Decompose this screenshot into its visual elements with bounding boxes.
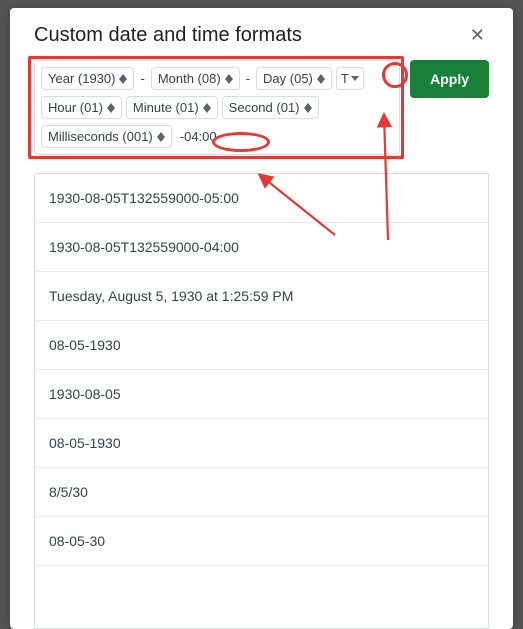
format-option[interactable]: 1930-08-05T132559000-05:00 [35, 174, 488, 223]
token-separator: - [244, 71, 252, 86]
chevron-updown-icon [317, 74, 325, 84]
custom-date-format-dialog: Custom date and time formats ✕ Year (193… [10, 8, 513, 629]
token-ms-label: Milliseconds (001) [48, 130, 153, 143]
chevron-down-icon [351, 76, 359, 81]
format-option[interactable]: 08-05-30 [35, 517, 488, 566]
apply-button[interactable]: Apply [410, 60, 489, 98]
token-timezone-text[interactable]: -04:00 [176, 129, 221, 144]
format-option[interactable]: 1930-08-05 [35, 370, 488, 419]
token-second[interactable]: Second (01) [222, 96, 319, 119]
format-option[interactable]: 08-05-1930 [35, 321, 488, 370]
format-token-field[interactable]: Year (1930) - Month (08) - Day [34, 60, 400, 155]
close-icon[interactable]: ✕ [466, 22, 489, 48]
token-month-label: Month (08) [158, 72, 221, 85]
token-minute[interactable]: Minute (01) [126, 96, 218, 119]
dialog-title: Custom date and time formats [34, 24, 302, 47]
token-day-label: Day (05) [263, 72, 313, 85]
token-year-label: Year (1930) [48, 72, 115, 85]
chevron-updown-icon [157, 132, 165, 142]
token-milliseconds[interactable]: Milliseconds (001) [41, 125, 172, 148]
token-month[interactable]: Month (08) [151, 67, 240, 90]
token-t-literal[interactable]: T [336, 67, 364, 90]
token-second-label: Second (01) [229, 101, 300, 114]
token-hour-label: Hour (01) [48, 101, 103, 114]
format-option[interactable]: Tuesday, August 5, 1930 at 1:25:59 PM [35, 272, 488, 321]
token-separator: - [138, 71, 146, 86]
chevron-updown-icon [304, 103, 312, 113]
token-t-label: T [341, 72, 349, 85]
chevron-updown-icon [225, 74, 233, 84]
chevron-updown-icon [107, 103, 115, 113]
chevron-updown-icon [119, 74, 127, 84]
format-option[interactable]: 1930-08-05T132559000-04:00 [35, 223, 488, 272]
chevron-updown-icon [203, 103, 211, 113]
format-controls-row: Year (1930) - Month (08) - Day [10, 56, 513, 159]
token-year[interactable]: Year (1930) [41, 67, 134, 90]
token-hour[interactable]: Hour (01) [41, 96, 122, 119]
format-option[interactable]: 8/5/30 [35, 468, 488, 517]
token-day[interactable]: Day (05) [256, 67, 332, 90]
dialog-header: Custom date and time formats ✕ [10, 8, 513, 56]
token-minute-label: Minute (01) [133, 101, 199, 114]
format-option[interactable]: 08-05-1930 [35, 419, 488, 468]
format-options-list[interactable]: 1930-08-05T132559000-05:001930-08-05T132… [34, 173, 489, 629]
format-options-wrap: 1930-08-05T132559000-05:001930-08-05T132… [34, 173, 489, 629]
